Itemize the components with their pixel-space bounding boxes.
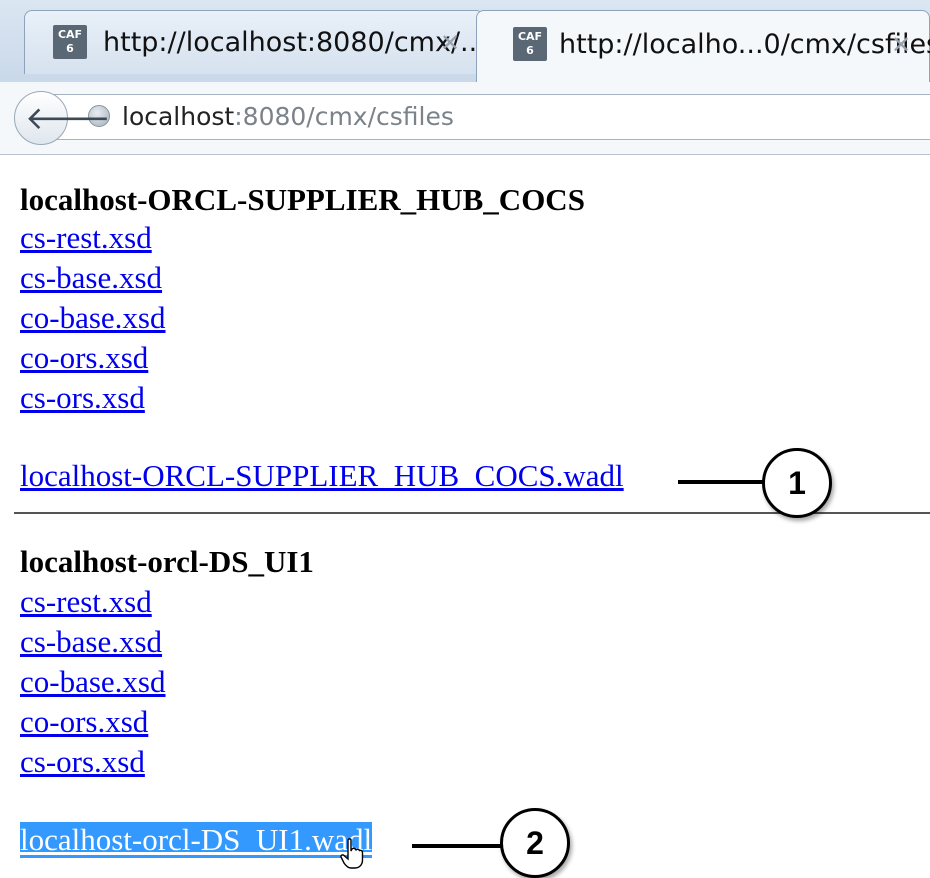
favicon-icon: CAF 6 bbox=[53, 25, 87, 59]
tab-csfiles[interactable]: CAF 6 http://localho...0/cmx/csfiles ✕ bbox=[476, 10, 930, 82]
url-path: :8080/cmx/csfiles bbox=[234, 102, 454, 131]
callout-marker: 1 bbox=[762, 448, 832, 518]
callout-marker: 2 bbox=[500, 808, 570, 878]
back-button[interactable]: 🡐 bbox=[14, 91, 111, 145]
file-link[interactable]: cs-rest.xsd bbox=[20, 220, 152, 256]
tab-title: http://localho...0/cmx/csfiles bbox=[559, 29, 930, 60]
callout-line bbox=[412, 844, 508, 848]
file-link[interactable]: co-base.xsd bbox=[20, 300, 165, 336]
hand-cursor-icon bbox=[340, 838, 364, 869]
tab-title: http://localhost:8080/cmx/... bbox=[103, 27, 486, 58]
favicon-icon: CAF 6 bbox=[513, 27, 547, 61]
file-link[interactable]: cs-ors.xsd bbox=[20, 380, 145, 416]
group-title: localhost-orcl-DS_UI1 bbox=[20, 544, 314, 579]
file-link[interactable]: cs-base.xsd bbox=[20, 260, 162, 296]
close-icon[interactable]: ✕ bbox=[440, 29, 460, 57]
file-link[interactable]: cs-base.xsd bbox=[20, 624, 162, 660]
wadl-link-selected[interactable]: localhost-orcl-DS_UI1.wadl bbox=[20, 822, 373, 858]
url-text[interactable]: localhost:8080/cmx/csfiles bbox=[122, 102, 454, 131]
tab-strip: CAF 6 http://localhost:8080/cmx/... ✕ CAF… bbox=[0, 0, 930, 82]
file-link[interactable]: cs-rest.xsd bbox=[20, 584, 152, 620]
file-link[interactable]: cs-ors.xsd bbox=[20, 744, 145, 780]
url-host: localhost bbox=[122, 102, 235, 131]
browser-toolbar: localhost:8080/cmx/csfiles 🡐 bbox=[0, 82, 930, 155]
tab-cmx[interactable]: CAF 6 http://localhost:8080/cmx/... ✕ bbox=[24, 10, 486, 74]
wadl-link[interactable]: localhost-ORCL-SUPPLIER_HUB_COCS.wadl bbox=[20, 458, 624, 494]
group-title: localhost-ORCL-SUPPLIER_HUB_COCS bbox=[20, 182, 585, 217]
back-arrow-icon: 🡐 bbox=[25, 99, 111, 137]
file-link[interactable]: co-ors.xsd bbox=[20, 340, 148, 376]
address-bar[interactable]: localhost:8080/cmx/csfiles bbox=[52, 94, 930, 140]
file-link[interactable]: co-base.xsd bbox=[20, 664, 165, 700]
close-icon[interactable]: ✕ bbox=[891, 31, 911, 59]
callout-line bbox=[678, 480, 766, 484]
file-link[interactable]: co-ors.xsd bbox=[20, 704, 148, 740]
